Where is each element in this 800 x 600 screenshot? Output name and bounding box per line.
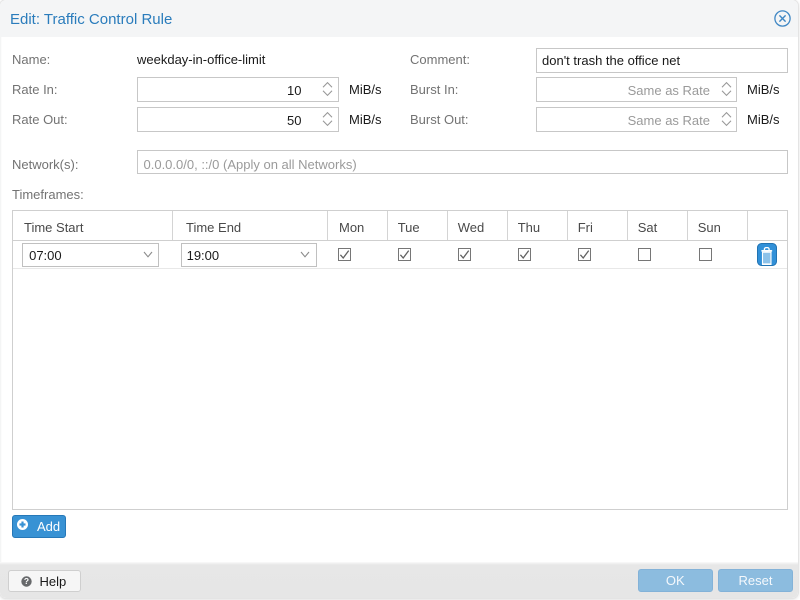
svg-text:?: ? — [24, 576, 29, 586]
